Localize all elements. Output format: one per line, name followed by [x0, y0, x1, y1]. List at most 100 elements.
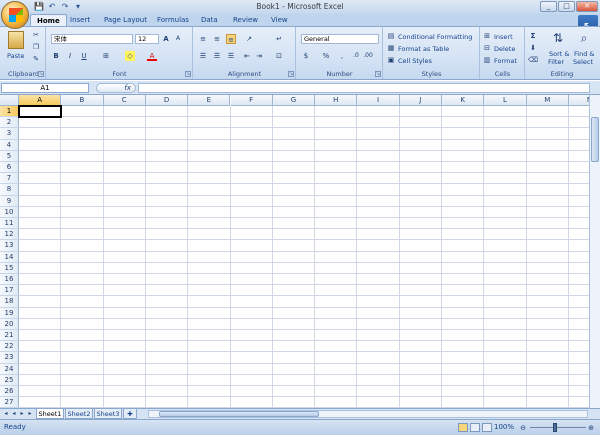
- page-break-view-icon[interactable]: [482, 423, 492, 432]
- comma-button[interactable]: ,: [337, 51, 347, 61]
- horizontal-scrollbar[interactable]: [148, 410, 588, 418]
- align-middle-icon[interactable]: ≡: [212, 34, 222, 44]
- row-header-24[interactable]: 24: [0, 363, 19, 375]
- find-select-icon[interactable]: ⌕: [576, 30, 592, 46]
- decrease-decimal-icon[interactable]: .00: [363, 51, 373, 61]
- column-header-c[interactable]: C: [103, 95, 146, 106]
- minimize-button[interactable]: _: [540, 1, 557, 12]
- page-layout-view-icon[interactable]: [470, 423, 480, 432]
- zoom-out-icon[interactable]: ⊖: [518, 423, 528, 433]
- wrap-text-icon[interactable]: ↵: [274, 34, 284, 44]
- maximize-button[interactable]: □: [558, 1, 575, 12]
- fill-icon[interactable]: ⬇: [528, 43, 538, 53]
- percent-button[interactable]: %: [321, 51, 331, 61]
- sheet-tab-1[interactable]: Sheet1: [36, 409, 64, 419]
- italic-button[interactable]: I: [65, 51, 75, 61]
- row-header-13[interactable]: 13: [0, 240, 19, 252]
- borders-icon[interactable]: ⊞: [101, 51, 111, 61]
- sheet-tab-3[interactable]: Sheet3: [94, 409, 122, 419]
- active-cell-a1[interactable]: [18, 105, 63, 119]
- row-header-23[interactable]: 23: [0, 352, 19, 364]
- formula-input[interactable]: [138, 83, 590, 93]
- select-all-button[interactable]: [0, 95, 19, 106]
- tab-page-layout[interactable]: Page Layout: [98, 14, 153, 26]
- row-header-17[interactable]: 17: [0, 285, 19, 297]
- autosum-button[interactable]: Σ: [528, 31, 538, 41]
- row-header-2[interactable]: 2: [0, 117, 19, 129]
- column-header-b[interactable]: B: [61, 95, 104, 106]
- select-label[interactable]: Select: [573, 58, 593, 66]
- row-header-12[interactable]: 12: [0, 229, 19, 241]
- next-sheet-icon[interactable]: ▸: [18, 409, 26, 418]
- format-button[interactable]: Format: [494, 57, 517, 65]
- align-top-icon[interactable]: ≡: [198, 34, 208, 44]
- row-header-16[interactable]: 16: [0, 274, 19, 286]
- zoom-level[interactable]: 100%: [494, 423, 514, 431]
- filter-label[interactable]: Filter: [548, 58, 564, 66]
- fill-color-icon[interactable]: ◇: [125, 51, 135, 61]
- align-center-icon[interactable]: ☰: [212, 51, 222, 61]
- cell-styles-button[interactable]: Cell Styles: [398, 57, 432, 65]
- row-header-5[interactable]: 5: [0, 150, 19, 162]
- format-painter-icon[interactable]: ✎: [31, 54, 41, 64]
- zoom-in-icon[interactable]: ⊕: [586, 423, 596, 433]
- zoom-slider-thumb[interactable]: [553, 423, 557, 432]
- vertical-scroll-thumb[interactable]: [591, 117, 599, 162]
- insert-button[interactable]: Insert: [494, 33, 513, 41]
- align-left-icon[interactable]: ☰: [198, 51, 208, 61]
- column-header-h[interactable]: H: [315, 95, 358, 106]
- increase-decimal-icon[interactable]: .0: [351, 51, 361, 61]
- alignment-launcher-icon[interactable]: ↘: [288, 71, 294, 77]
- office-button[interactable]: [1, 1, 29, 29]
- paste-button[interactable]: Paste: [7, 52, 25, 60]
- row-header-1[interactable]: 1: [0, 106, 19, 118]
- vertical-scrollbar[interactable]: [589, 95, 600, 408]
- row-header-10[interactable]: 10: [0, 206, 19, 218]
- font-name-select[interactable]: 宋体: [51, 34, 133, 44]
- font-color-icon[interactable]: A: [147, 51, 157, 61]
- row-header-8[interactable]: 8: [0, 184, 19, 196]
- worksheet-grid[interactable]: ABCDEFGHIJKLMN12345678910111213141516171…: [0, 95, 600, 408]
- column-header-k[interactable]: K: [442, 95, 485, 106]
- paste-icon[interactable]: [8, 31, 24, 49]
- row-header-27[interactable]: 27: [0, 397, 19, 408]
- delete-button[interactable]: Delete: [494, 45, 515, 53]
- row-header-22[interactable]: 22: [0, 341, 19, 353]
- align-bottom-icon[interactable]: ≡: [226, 34, 236, 44]
- tab-formulas[interactable]: Formulas: [151, 14, 195, 26]
- cut-icon[interactable]: ✂: [31, 30, 41, 40]
- currency-button[interactable]: $: [301, 51, 311, 61]
- row-header-19[interactable]: 19: [0, 307, 19, 319]
- column-header-e[interactable]: E: [188, 95, 231, 106]
- clear-icon[interactable]: ⌫: [528, 55, 538, 65]
- sheet-tab-2[interactable]: Sheet2: [65, 409, 93, 419]
- row-header-20[interactable]: 20: [0, 318, 19, 330]
- first-sheet-icon[interactable]: ◂: [2, 409, 10, 418]
- find-label[interactable]: Find &: [574, 50, 594, 58]
- column-header-g[interactable]: G: [272, 95, 316, 106]
- orientation-icon[interactable]: ↗: [244, 34, 254, 44]
- insert-function-button[interactable]: fx: [96, 83, 136, 93]
- column-header-f[interactable]: F: [230, 95, 273, 106]
- row-header-18[interactable]: 18: [0, 296, 19, 308]
- row-header-7[interactable]: 7: [0, 173, 19, 185]
- copy-icon[interactable]: ❐: [31, 42, 41, 52]
- tab-review[interactable]: Review: [227, 14, 264, 26]
- column-header-i[interactable]: I: [357, 95, 400, 106]
- merge-center-icon[interactable]: ⊡: [274, 51, 284, 61]
- row-header-3[interactable]: 3: [0, 128, 19, 140]
- conditional-formatting-button[interactable]: Conditional Formatting: [398, 33, 472, 41]
- horizontal-scroll-thumb[interactable]: [159, 411, 319, 417]
- number-format-select[interactable]: General: [301, 34, 379, 44]
- prev-sheet-icon[interactable]: ◂: [10, 409, 18, 418]
- insert-sheet-icon[interactable]: ✚: [123, 409, 137, 419]
- tab-view[interactable]: View: [265, 14, 294, 26]
- last-sheet-icon[interactable]: ▸: [26, 409, 34, 418]
- clipboard-launcher-icon[interactable]: ↘: [38, 71, 44, 77]
- sort-filter-icon[interactable]: ⇅: [550, 30, 566, 46]
- zoom-slider[interactable]: [530, 427, 586, 428]
- row-header-26[interactable]: 26: [0, 386, 19, 398]
- align-right-icon[interactable]: ☰: [226, 51, 236, 61]
- column-header-m[interactable]: M: [526, 95, 569, 106]
- row-header-15[interactable]: 15: [0, 262, 19, 274]
